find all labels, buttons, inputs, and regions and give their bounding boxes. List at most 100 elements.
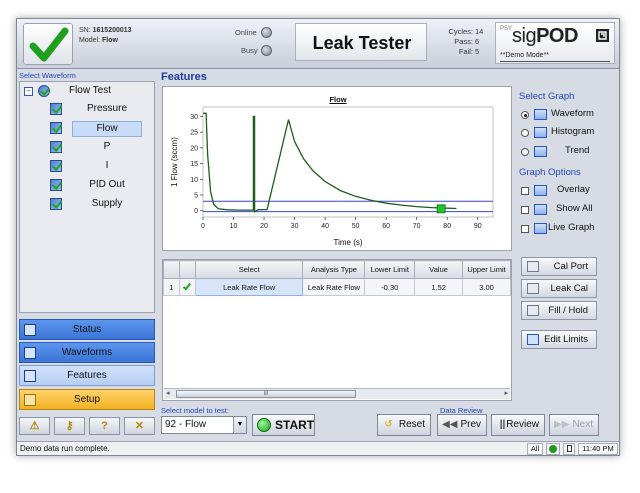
- radio-trend[interactable]: [521, 148, 529, 156]
- show-all-label: Show All: [556, 203, 593, 214]
- checkbox-icon[interactable]: [50, 160, 62, 172]
- analysis-table: Select Analysis Type Lower Limit Value U…: [162, 259, 512, 401]
- x-tick-label: 90: [474, 223, 482, 230]
- tree-item-flow[interactable]: Flow: [20, 121, 154, 137]
- radio-histogram[interactable]: [521, 129, 529, 137]
- pass-check-icon: [183, 281, 192, 291]
- root-check-icon[interactable]: [38, 85, 50, 97]
- row-upper-limit: 3.00: [462, 278, 511, 296]
- show-all-icon: [534, 204, 547, 215]
- waveform-icon: [24, 347, 36, 359]
- model-label: Model:: [79, 37, 101, 44]
- tree-item-label: I: [105, 160, 109, 171]
- start-button[interactable]: START: [252, 414, 315, 436]
- online-led-icon: [261, 27, 272, 38]
- nav-waveforms-button[interactable]: Waveforms: [19, 342, 155, 363]
- features-title: Features: [161, 71, 207, 83]
- status-message: Demo data run complete.: [20, 444, 110, 453]
- key-button[interactable]: ⚷: [54, 417, 85, 435]
- leak-cal-label: Leak Cal: [550, 283, 589, 294]
- radio-waveform[interactable]: [521, 111, 529, 119]
- x-tick-label: 10: [230, 223, 238, 230]
- brand-box: PSY sigPOD **Demo Mode**: [495, 22, 615, 64]
- pass-indicator: [23, 23, 73, 65]
- overlay-checkbox[interactable]: [521, 187, 529, 195]
- status-bar: Demo data run complete. All 11:40 PM: [17, 441, 619, 455]
- checkbox-icon[interactable]: [50, 122, 62, 134]
- checkbox-icon[interactable]: [50, 198, 62, 210]
- table-row[interactable]: 1 Leak Rate Flow Leak Rate Flow -0.30 1.…: [163, 278, 511, 296]
- lock-icon: [563, 443, 575, 455]
- review-icon: ||: [499, 419, 506, 430]
- option-waveform-label: Waveform: [551, 108, 594, 119]
- cal-port-button[interactable]: Cal Port: [521, 257, 597, 276]
- option-trend-label: Trend: [565, 145, 590, 156]
- status-time: 11:40 PM: [578, 443, 618, 455]
- row-value: 1.52: [414, 278, 464, 296]
- show-all-checkbox[interactable]: [521, 206, 529, 214]
- fill-hold-icon: [527, 305, 539, 316]
- tree-item-pressure[interactable]: Pressure: [20, 102, 154, 116]
- col-analysis-type[interactable]: Analysis Type: [302, 260, 366, 279]
- nav-setup-button[interactable]: Setup: [19, 389, 155, 410]
- app-menu-icon[interactable]: [596, 29, 609, 42]
- chevron-down-icon[interactable]: ▼: [233, 417, 246, 433]
- flow-chart: Flow 0 10 20 30 40 50 60 70 80 90 0 5 10 15 20 25 30 Time…: [162, 86, 512, 251]
- col-lower-limit[interactable]: Lower Limit: [364, 260, 416, 279]
- warning-button[interactable]: ⚠: [19, 417, 50, 435]
- tree-root[interactable]: − Flow Test: [20, 84, 154, 98]
- reset-icon: ↺: [384, 419, 393, 430]
- key-icon: ⚷: [65, 420, 74, 432]
- scroll-thumb[interactable]: III: [176, 390, 356, 398]
- tree-item-pid-out[interactable]: PID Out: [20, 178, 154, 192]
- select-waveform-label: Select Waveform: [19, 71, 76, 80]
- y-tick-label: 30: [190, 114, 198, 121]
- next-button[interactable]: ▶▶ Next: [549, 414, 599, 436]
- checkbox-icon[interactable]: [50, 179, 62, 191]
- fail-label: Fail:: [458, 47, 473, 56]
- leak-cal-button[interactable]: Leak Cal: [521, 279, 597, 298]
- online-label: Online: [235, 28, 257, 37]
- warning-icon: ⚠: [29, 420, 40, 432]
- checkbox-icon[interactable]: [50, 141, 62, 153]
- tree-item-supply[interactable]: Supply: [20, 197, 154, 211]
- scroll-right-icon[interactable]: ▸: [504, 389, 508, 397]
- fail-value: 5: [475, 47, 480, 56]
- table-header-row: Select Analysis Type Lower Limit Value U…: [163, 260, 511, 279]
- tree-item-p[interactable]: P: [20, 140, 154, 154]
- col-select[interactable]: Select: [194, 260, 304, 279]
- prev-label: Prev: [460, 419, 481, 430]
- row-select[interactable]: Leak Rate Flow: [194, 278, 304, 296]
- edit-limits-button[interactable]: Edit Limits: [521, 330, 597, 349]
- fill-hold-button[interactable]: Fill / Hold: [521, 301, 597, 320]
- reset-button[interactable]: ↺ Reset: [377, 414, 431, 436]
- x-tick-label: 30: [291, 223, 299, 230]
- tree-root-label: Flow Test: [68, 85, 112, 96]
- model-select[interactable]: 92 - Flow ▼: [161, 416, 247, 434]
- review-button[interactable]: || Review: [491, 414, 545, 436]
- col-value[interactable]: Value: [414, 260, 464, 279]
- tree-item-label: Flow: [72, 121, 142, 137]
- col-upper-limit[interactable]: Upper Limit: [462, 260, 511, 279]
- prev-icon: ◀◀: [442, 419, 458, 430]
- help-button[interactable]: ?: [89, 417, 120, 435]
- waveform-tree: − Flow Test Pressure Flow P I PID Out Su…: [19, 81, 155, 313]
- prev-button[interactable]: ◀◀ Prev: [437, 414, 487, 436]
- review-label: Review: [506, 419, 539, 430]
- horizontal-scrollbar[interactable]: ◂ III ▸: [164, 388, 510, 399]
- nav-features-button[interactable]: Features: [19, 365, 155, 386]
- edit-limits-icon: [527, 334, 539, 345]
- live-graph-checkbox[interactable]: [521, 225, 529, 233]
- model-value: Flow: [101, 37, 118, 44]
- collapse-icon[interactable]: −: [24, 87, 33, 96]
- y-tick-label: 10: [190, 177, 198, 184]
- nav-status-button[interactable]: Status: [19, 319, 155, 340]
- tree-item-label: Pressure: [86, 103, 127, 114]
- scroll-left-icon[interactable]: ◂: [166, 389, 170, 397]
- model-select-value: 92 - Flow: [165, 419, 207, 430]
- checkbox-icon[interactable]: [50, 103, 62, 115]
- tools-button[interactable]: ✕: [124, 417, 155, 435]
- tree-item-i[interactable]: I: [20, 159, 154, 173]
- x-tick-label: 0: [201, 223, 205, 230]
- next-icon: ▶▶: [554, 419, 570, 430]
